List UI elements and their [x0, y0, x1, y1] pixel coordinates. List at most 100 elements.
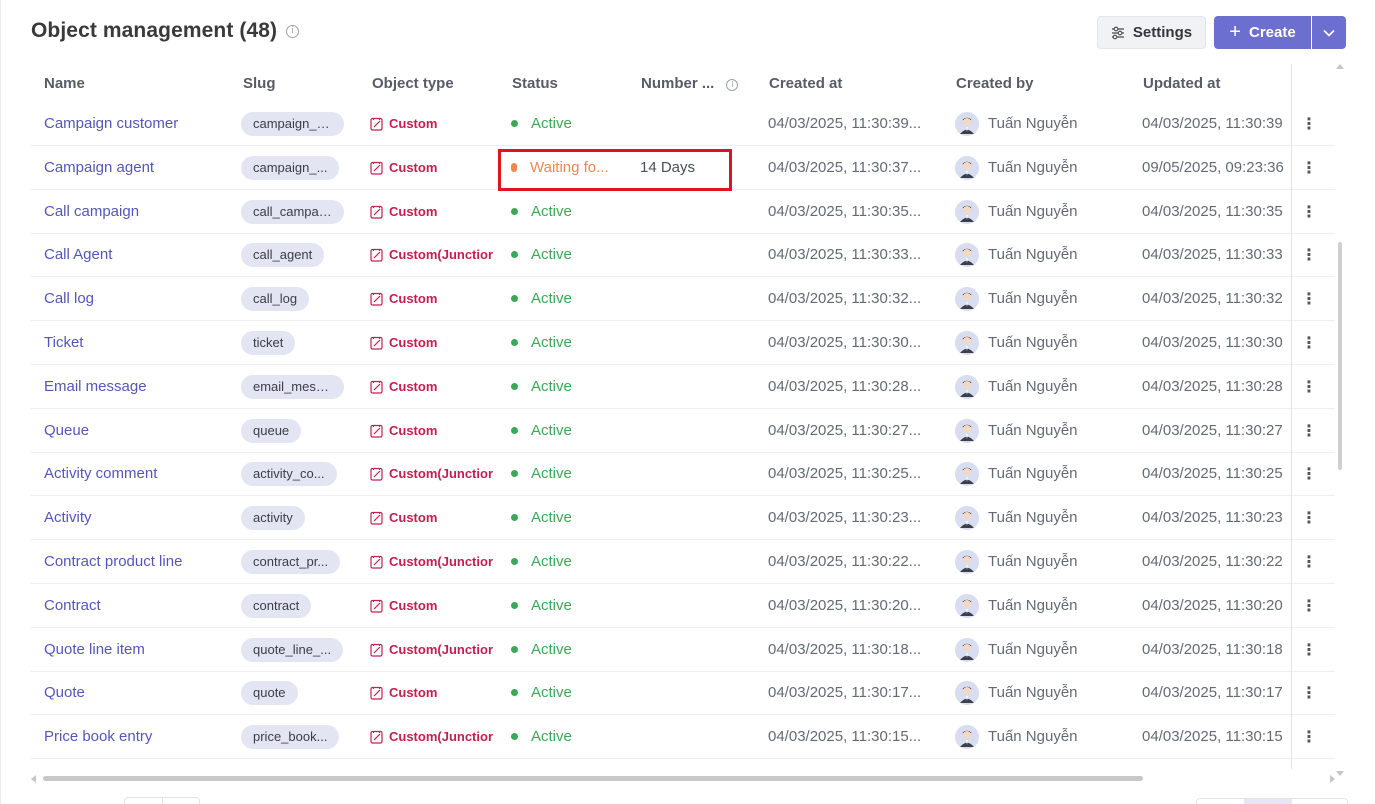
- table-row[interactable]: Queue queue Custom Active 04/03/2025, 11:30:…: [31, 409, 1335, 453]
- created-at-value: 04/03/2025, 11:30:22...: [768, 553, 922, 570]
- row-actions-button[interactable]: ⋮: [1301, 365, 1317, 408]
- row-actions-button[interactable]: ⋮: [1301, 102, 1317, 145]
- table-row[interactable]: Price book entry price_book... Custom(Junc…: [31, 715, 1335, 759]
- pagination-size-control[interactable]: [124, 797, 200, 804]
- object-name-link[interactable]: Call log: [44, 290, 94, 307]
- current-page-indicator[interactable]: [1244, 799, 1292, 804]
- header-label: Status: [512, 75, 558, 92]
- slug-chip: contract: [241, 593, 312, 618]
- header-col-created-by[interactable]: Created by: [956, 75, 1034, 92]
- status-label: Active: [531, 378, 572, 395]
- object-name-link[interactable]: Contract product line: [44, 553, 182, 570]
- created-by-cell: Tuấn Nguyễn: [955, 715, 1078, 758]
- table-row[interactable]: Activity activity Custom Active 04/03/2025, …: [31, 496, 1335, 540]
- created-by-name: Tuấn Nguyễn: [988, 684, 1078, 701]
- slug-chip: price_book...: [241, 724, 340, 749]
- status-active-dot: [511, 339, 518, 346]
- table-row[interactable]: Contract contract Custom Active 04/03/2025, …: [31, 584, 1335, 628]
- row-actions-button[interactable]: ⋮: [1301, 671, 1317, 714]
- table-row[interactable]: Call log call_log Custom Active 04/03/2025, …: [31, 277, 1335, 321]
- object-name-link[interactable]: Quote: [44, 684, 85, 701]
- object-name-link[interactable]: Activity comment: [44, 465, 157, 482]
- table-row[interactable]: Campaign customer campaign_c... Custom Acti…: [31, 102, 1335, 146]
- table-row[interactable]: Quote line item quote_line_... Custom(Junc…: [31, 628, 1335, 672]
- header-col-updated-at[interactable]: Updated at: [1143, 75, 1221, 92]
- row-actions-button[interactable]: ⋮: [1301, 277, 1317, 320]
- object-type-cell: Custom: [370, 321, 437, 364]
- object-name-link[interactable]: Queue: [44, 422, 89, 439]
- status-active-dot: [511, 427, 518, 434]
- header-col-created-at[interactable]: Created at: [769, 75, 842, 92]
- status-waiting-dot: [511, 163, 517, 172]
- object-name-link[interactable]: Email message: [44, 378, 147, 395]
- header-col-object-type[interactable]: Object type: [372, 75, 454, 92]
- info-icon[interactable]: i: [286, 24, 300, 38]
- create-dropdown-button[interactable]: [1312, 16, 1346, 49]
- updated-at-value: 04/03/2025, 11:30:32: [1142, 290, 1283, 307]
- created-at-value: 04/03/2025, 11:30:32...: [768, 290, 922, 307]
- row-actions-button[interactable]: ⋮: [1301, 540, 1317, 583]
- settings-button[interactable]: Settings: [1097, 16, 1206, 49]
- row-actions-button[interactable]: ⋮: [1301, 321, 1317, 364]
- create-button[interactable]: + Create: [1214, 16, 1311, 49]
- horizontal-scrollbar[interactable]: [31, 773, 1335, 783]
- header-col-status[interactable]: Status: [512, 75, 558, 92]
- vertical-scrollbar[interactable]: [1333, 64, 1347, 776]
- table-row[interactable]: Call campaign call_campai... Custom Active 0…: [31, 190, 1335, 234]
- pagination-control[interactable]: [1196, 798, 1348, 804]
- object-type-cell: Custom: [370, 409, 437, 452]
- scroll-up-icon[interactable]: [1336, 64, 1344, 69]
- header-label: Name: [44, 75, 85, 92]
- slug-cell: activity: [241, 496, 305, 539]
- object-name-link[interactable]: Price book entry: [44, 728, 152, 745]
- row-actions-button[interactable]: ⋮: [1301, 190, 1317, 233]
- created-at-value: 04/03/2025, 11:30:28...: [768, 378, 922, 395]
- row-actions-button[interactable]: ⋮: [1301, 233, 1317, 276]
- row-actions-button[interactable]: ⋮: [1301, 628, 1317, 671]
- table-row[interactable]: Email message email_mess... Custom Active 04…: [31, 365, 1335, 409]
- object-name-link[interactable]: Campaign agent: [44, 159, 154, 176]
- row-actions-button[interactable]: ⋮: [1301, 146, 1317, 189]
- row-actions-button[interactable]: ⋮: [1301, 715, 1317, 758]
- table-row[interactable]: Activity comment activity_co... Custom(Jun…: [31, 452, 1335, 496]
- header-col-number[interactable]: Number ... i: [641, 75, 739, 92]
- table-row[interactable]: Call Agent call_agent Custom(Junctior Activ…: [31, 233, 1335, 277]
- row-actions-button[interactable]: ⋮: [1301, 409, 1317, 452]
- object-name-link[interactable]: Ticket: [44, 334, 83, 351]
- object-type-label: Custom: [389, 423, 438, 438]
- status-active-dot: [511, 120, 518, 127]
- table-row[interactable]: Contract product line contract_pr... Custo…: [31, 540, 1335, 584]
- object-name-link[interactable]: Call campaign: [44, 203, 139, 220]
- object-name-link[interactable]: Activity: [44, 509, 92, 526]
- scroll-right-icon[interactable]: [1330, 775, 1335, 783]
- header-col-name[interactable]: Name: [44, 75, 85, 92]
- object-type-label: Custom(Junctior: [389, 466, 493, 481]
- row-actions-button[interactable]: ⋮: [1301, 584, 1317, 627]
- name-cell: Call log: [44, 277, 94, 320]
- created-at-value: 04/03/2025, 11:30:37...: [768, 159, 922, 176]
- horizontal-scroll-thumb[interactable]: [43, 776, 1143, 781]
- object-type-cell: Custom: [370, 496, 437, 539]
- avatar: [955, 549, 979, 574]
- row-actions-button[interactable]: ⋮: [1301, 452, 1317, 495]
- status-cell: Active: [511, 102, 572, 145]
- info-icon[interactable]: i: [726, 79, 739, 91]
- row-actions-button[interactable]: ⋮: [1301, 496, 1317, 539]
- object-management-page: Object management (48) i Settings + Crea…: [0, 0, 1375, 804]
- object-name-link[interactable]: Call Agent: [44, 246, 112, 263]
- table-row[interactable]: Campaign agent campaign_... Custom Waiting …: [31, 146, 1335, 190]
- object-name-link[interactable]: Contract: [44, 597, 101, 614]
- table-row[interactable]: Ticket ticket Custom Active 04/03/2025, 11:3…: [31, 321, 1335, 365]
- scroll-left-icon[interactable]: [31, 775, 36, 783]
- object-name-link[interactable]: Campaign customer: [44, 115, 178, 132]
- scroll-down-icon[interactable]: [1336, 771, 1344, 776]
- created-at-value: 04/03/2025, 11:30:15...: [768, 728, 922, 745]
- vertical-scroll-thumb[interactable]: [1338, 242, 1342, 470]
- avatar: [955, 111, 979, 136]
- more-vertical-icon: ⋮: [1301, 641, 1317, 659]
- more-vertical-icon: ⋮: [1301, 597, 1317, 615]
- table-row[interactable]: Quote quote Custom Active 04/03/2025, 11:30:…: [31, 671, 1335, 715]
- status-label: Active: [531, 290, 572, 307]
- object-name-link[interactable]: Quote line item: [44, 641, 145, 658]
- header-col-slug[interactable]: Slug: [243, 75, 276, 92]
